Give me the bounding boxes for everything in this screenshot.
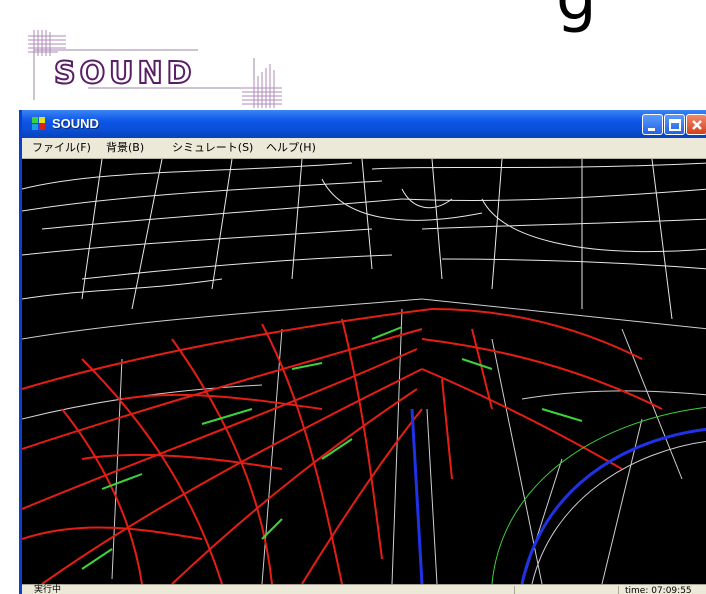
menu-background[interactable]: 背景(B) [106,140,144,155]
menu-help[interactable]: ヘルプ(H) [266,140,316,155]
simulation-time: time: 07:09:55 [625,586,692,594]
title-bar[interactable]: SOUND [22,110,706,138]
logo-text: SOUND [53,56,196,92]
slide-title-fragment: g [556,0,597,30]
window-title: SOUND [52,116,99,131]
simulation-viewport[interactable] [22,158,706,585]
maximize-icon [669,119,681,131]
close-button[interactable] [686,114,706,135]
menu-file[interactable]: ファイル(F) [32,140,91,155]
minimize-icon [648,128,655,131]
road-network-view [22,158,706,585]
status-cell-empty [514,586,615,594]
status-cell-time: time: 07:09:55 [618,586,706,594]
maximize-button[interactable] [664,114,685,135]
minimize-button[interactable] [642,114,663,135]
status-message: 実行中 [34,585,62,594]
menu-simulate[interactable]: シミュレート(S) [172,140,253,155]
close-icon [692,120,702,130]
menu-bar: ファイル(F) 背景(B) シミュレート(S) ヘルプ(H) [22,138,706,159]
sound-logo: SOUND [28,30,282,108]
sound-app-window: SOUND ファイル(F) 背景(B) シミュレート(S) ヘルプ(H) 実行中… [19,110,706,594]
app-icon [32,117,45,130]
status-bar: 実行中 time: 07:09:55 [22,584,706,594]
